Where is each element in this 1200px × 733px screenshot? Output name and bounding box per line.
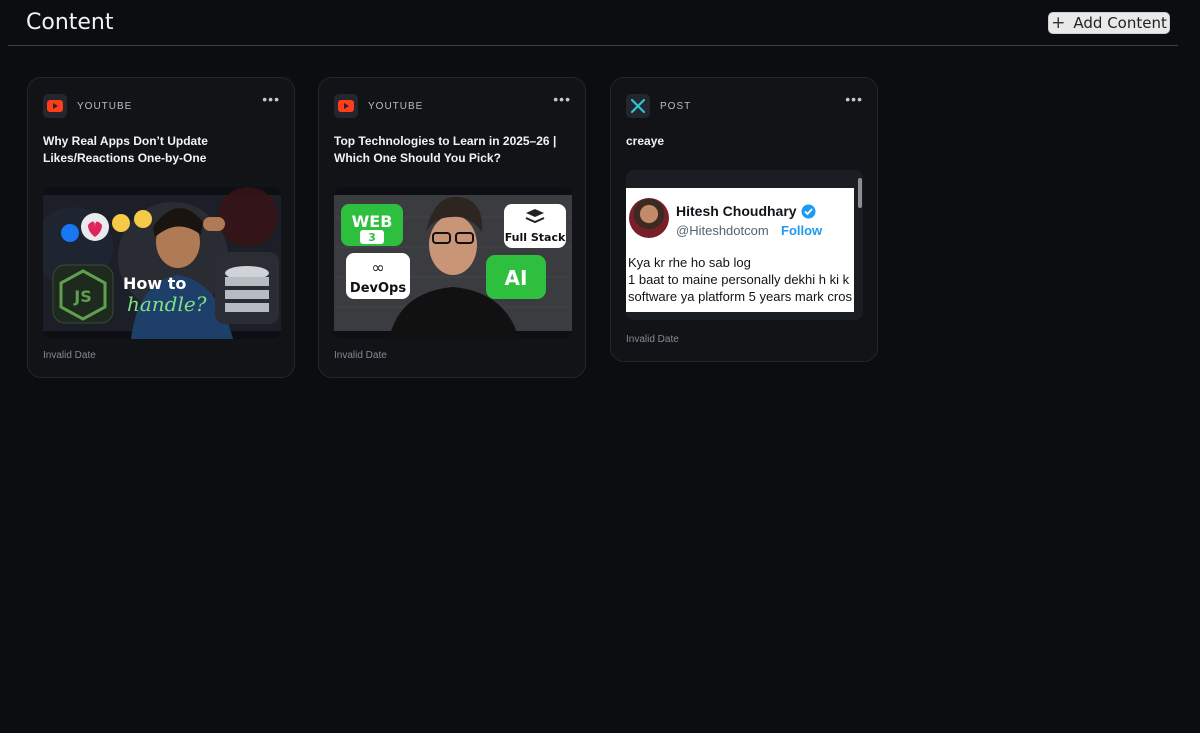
header-bar: Content + Add Content xyxy=(8,0,1178,46)
card-title: Why Real Apps Don’t Update Likes/Reactio… xyxy=(43,134,208,165)
tweet-text-line: software ya platform 5 years mark cros xyxy=(628,289,852,304)
tweet-text-line: Kya kr rhe ho sab log xyxy=(628,255,751,270)
card-date: Invalid Date xyxy=(43,350,96,361)
thumbnail-devops-text: DevOps xyxy=(350,281,406,296)
source-label: YOUTUBE xyxy=(368,100,424,112)
card-title: Top Technologies to Learn in 2025–26 | W… xyxy=(334,134,557,165)
thumbnail-web-text: WEB xyxy=(352,212,393,231)
tweet-handle: @Hiteshdotcom xyxy=(676,223,769,238)
content-card: YOUTUBE ••• Top Technologies to Learn in… xyxy=(318,77,586,378)
content-card: POST ••• creaye Hitesh Choudhary @Hitesh… xyxy=(610,77,878,362)
card-date: Invalid Date xyxy=(626,334,679,345)
svg-text:∞: ∞ xyxy=(371,258,384,277)
avatar xyxy=(629,198,669,238)
verified-badge-icon xyxy=(801,204,816,218)
add-content-button[interactable]: + Add Content xyxy=(1048,12,1170,34)
card-title: creaye xyxy=(626,134,665,148)
card-source: YOUTUBE xyxy=(43,94,132,118)
card-source: YOUTUBE xyxy=(334,94,423,118)
video-thumbnail[interactable]: WEB 3 ∞ DevOps Full Stack AI xyxy=(334,187,572,339)
x-icon xyxy=(626,94,650,118)
tweet-embed[interactable]: Hitesh Choudhary @Hiteshdotcom Follow Ky… xyxy=(626,170,863,320)
more-options-icon[interactable]: ••• xyxy=(845,91,863,107)
page-title: Content xyxy=(26,10,114,35)
tweet-author-name: Hitesh Choudhary xyxy=(676,203,797,219)
tweet-author: Hitesh Choudhary xyxy=(676,203,816,219)
add-content-label: Add Content xyxy=(1073,14,1167,32)
video-thumbnail[interactable]: JS How to handle? xyxy=(43,187,281,339)
more-options-icon[interactable]: ••• xyxy=(262,91,280,107)
tweet-card: Hitesh Choudhary @Hiteshdotcom Follow Ky… xyxy=(626,188,854,312)
source-label: POST xyxy=(660,100,692,112)
thumbnail-text-line2: handle? xyxy=(127,292,207,316)
tweet-text-line: 1 baat to maine personally dekhi h ki k xyxy=(628,272,850,287)
content-card: YOUTUBE ••• Why Real Apps Don’t Update L… xyxy=(27,77,295,378)
follow-link[interactable]: Follow xyxy=(781,223,822,238)
youtube-icon xyxy=(43,94,67,118)
source-label: YOUTUBE xyxy=(77,100,133,112)
more-options-icon[interactable]: ••• xyxy=(553,91,571,107)
thumbnail-web-num: 3 xyxy=(368,231,376,244)
tweet-text: Kya kr rhe ho sab log 1 baat to maine pe… xyxy=(628,254,854,305)
card-source: POST xyxy=(626,94,691,118)
youtube-icon xyxy=(334,94,358,118)
thumbnail-fullstack-text: Full Stack xyxy=(505,231,566,244)
thumbnail-ai-text: AI xyxy=(505,266,528,290)
thumbnail-text-line1: How to xyxy=(123,274,186,293)
card-date: Invalid Date xyxy=(334,350,387,361)
scrollbar[interactable] xyxy=(858,178,862,208)
thumbnail-js-text: JS xyxy=(73,287,91,306)
plus-icon: + xyxy=(1051,12,1066,33)
